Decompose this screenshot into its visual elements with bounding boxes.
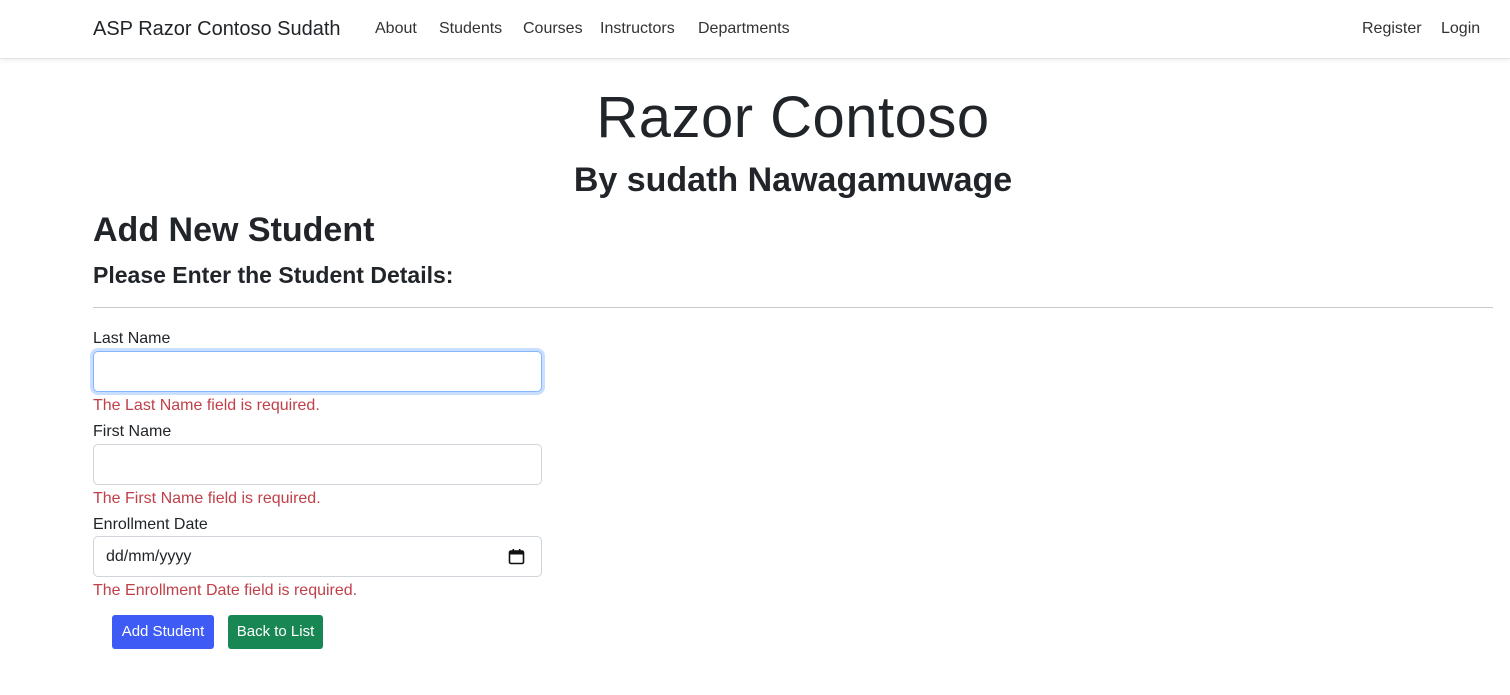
- last-name-error: The Last Name field is required.: [93, 397, 320, 414]
- nav-link-students[interactable]: Students: [439, 18, 502, 40]
- first-name-error: The First Name field is required.: [93, 490, 321, 507]
- nav-link-instructors[interactable]: Instructors: [600, 18, 675, 40]
- enrollment-date-error: The Enrollment Date field is required.: [93, 582, 358, 599]
- site-title: Razor Contoso: [596, 85, 990, 150]
- nav-link-login[interactable]: Login: [1441, 18, 1480, 40]
- section-divider: [93, 307, 1493, 308]
- first-name-label: First Name: [93, 423, 172, 440]
- site-subtitle: By sudath Nawagamuwage: [573, 161, 1013, 199]
- nav-link-register[interactable]: Register: [1362, 18, 1422, 40]
- back-to-list-button[interactable]: Back to List: [228, 615, 323, 649]
- last-name-label: Last Name: [93, 330, 171, 347]
- page-title: Add New Student: [93, 211, 375, 249]
- top-navbar: ASP Razor Contoso Sudath About Students …: [0, 0, 1510, 59]
- nav-link-departments[interactable]: Departments: [698, 18, 790, 40]
- first-name-input[interactable]: [93, 444, 542, 485]
- enrollment-date-input[interactable]: dd/mm/yyyy: [93, 536, 542, 577]
- page-subtitle: Please Enter the Student Details:: [93, 262, 454, 288]
- nav-link-courses[interactable]: Courses: [523, 18, 583, 40]
- add-student-button[interactable]: Add Student: [112, 615, 214, 649]
- brand-link[interactable]: ASP Razor Contoso Sudath: [93, 16, 341, 42]
- nav-link-about[interactable]: About: [375, 18, 417, 40]
- enrollment-date-placeholder: dd/mm/yyyy: [106, 547, 192, 565]
- calendar-icon[interactable]: [508, 548, 525, 565]
- last-name-input[interactable]: [93, 351, 542, 392]
- enrollment-date-label: Enrollment Date: [93, 516, 208, 533]
